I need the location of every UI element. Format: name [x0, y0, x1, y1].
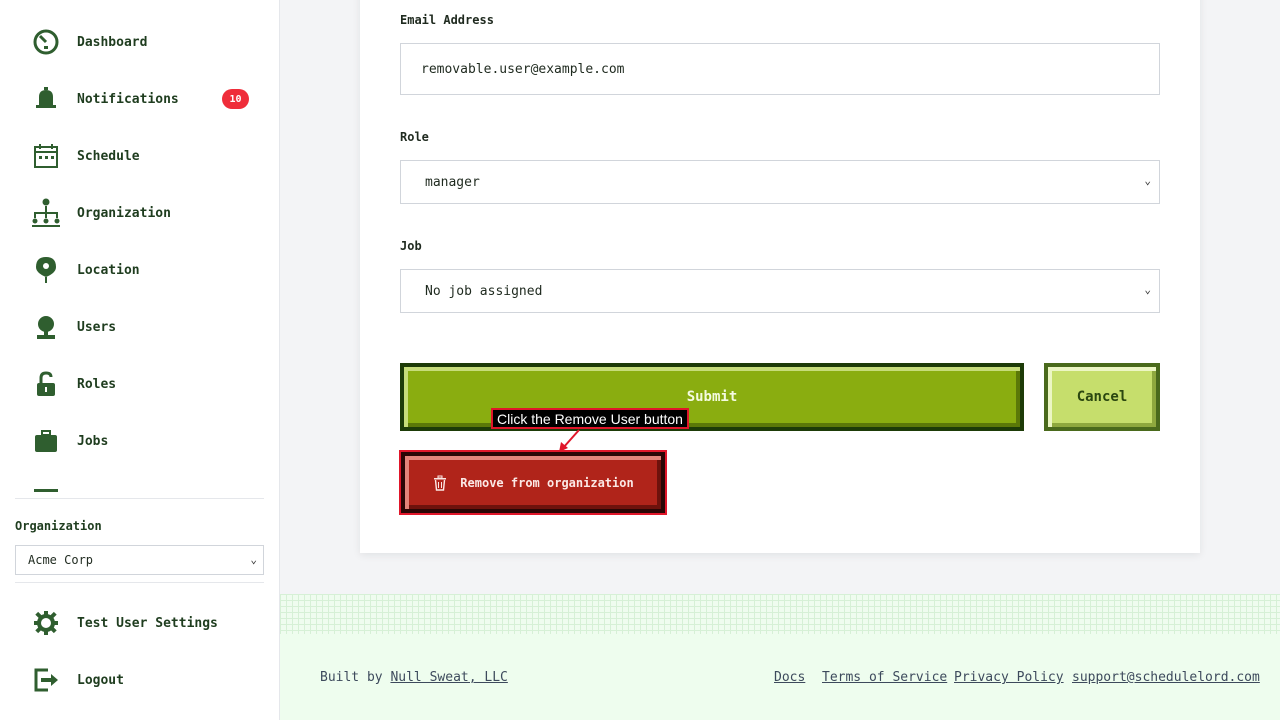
sidebar-item-test-user-settings[interactable]: Test User Settings — [30, 603, 260, 643]
cancel-button[interactable]: Cancel — [1044, 363, 1160, 431]
sidebar-item-label: Logout — [77, 672, 124, 688]
organization-select-value: Acme Corp — [28, 553, 94, 567]
notification-count-badge: 10 — [222, 89, 249, 109]
job-select-value: No job assigned — [425, 283, 543, 299]
sidebar-item-label: Test User Settings — [77, 615, 218, 631]
instruction-tooltip: Click the Remove User button — [491, 408, 689, 429]
organization-select[interactable]: Acme Corp ⌄ — [15, 545, 264, 575]
footer-link-privacy[interactable]: Privacy Policy — [954, 670, 1064, 685]
job-label: Job — [400, 239, 422, 253]
sidebar: Dashboard Notifications 10 Schedule Orga… — [0, 0, 280, 720]
sidebar-item-label: Organization — [77, 205, 171, 221]
calendar-icon — [30, 140, 62, 172]
sidebar-item-label: Jobs — [77, 433, 109, 449]
email-field[interactable]: removable.user@example.com — [400, 43, 1160, 95]
sidebar-item-notifications[interactable]: Notifications 10 — [30, 79, 260, 119]
gear-icon — [30, 607, 62, 639]
logout-icon — [30, 664, 62, 696]
briefcase-icon — [30, 425, 62, 457]
footer-built-by: Built by Null Sweat, LLC — [320, 670, 508, 685]
remove-user-button-label: Remove from organization — [460, 475, 634, 490]
sidebar-item-label: Notifications — [77, 91, 179, 107]
footer-link-docs[interactable]: Docs — [774, 670, 805, 685]
sidebar-item-label: Schedule — [77, 148, 140, 164]
divider — [15, 582, 264, 583]
divider — [15, 498, 264, 499]
sidebar-item-location[interactable]: Location — [30, 250, 260, 290]
sidebar-item-organization[interactable]: Organization — [30, 193, 260, 233]
chevron-down-icon: ⌄ — [250, 553, 257, 566]
sidebar-item-jobs[interactable]: Jobs — [30, 421, 260, 461]
chevron-down-icon: ⌄ — [1144, 283, 1151, 296]
role-select-value: manager — [425, 174, 480, 190]
trash-icon — [432, 475, 448, 491]
built-by-prefix: Built by — [320, 670, 383, 685]
sidebar-item-label: Roles — [77, 376, 117, 392]
sidebar-nav: Dashboard Notifications 10 Schedule Orga… — [0, 0, 280, 492]
org-chart-icon — [30, 197, 62, 229]
sidebar-item-dashboard[interactable]: Dashboard — [30, 22, 260, 62]
lock-icon — [30, 368, 62, 400]
pointer-arrow-icon — [559, 429, 580, 452]
job-select[interactable]: No job assigned ⌄ — [400, 269, 1160, 313]
sidebar-item-users[interactable]: Users — [30, 307, 260, 347]
sidebar-item-logout[interactable]: Logout — [30, 660, 260, 700]
organization-label: Organization — [15, 519, 102, 533]
sidebar-item-label: Users — [77, 319, 117, 335]
sidebar-item-roles[interactable]: Roles — [30, 364, 260, 404]
built-by-link[interactable]: Null Sweat, LLC — [390, 670, 507, 685]
email-label: Email Address — [400, 13, 494, 27]
chevron-down-icon: ⌄ — [1144, 174, 1151, 187]
user-icon — [30, 311, 62, 343]
sidebar-item-schedule[interactable]: Schedule — [30, 136, 260, 176]
footer-link-support-email[interactable]: support@schedulelord.com — [1072, 670, 1260, 685]
sidebar-item-label: Location — [77, 262, 140, 278]
role-select[interactable]: manager ⌄ — [400, 160, 1160, 204]
footer-link-terms[interactable]: Terms of Service — [822, 670, 947, 685]
email-field-value: removable.user@example.com — [421, 61, 625, 77]
role-label: Role — [400, 130, 429, 144]
footer-pattern — [280, 594, 1280, 634]
sidebar-item-label: Dashboard — [77, 34, 148, 50]
dashboard-icon — [30, 26, 62, 58]
partial-scrolled-icon — [34, 489, 58, 492]
remove-user-button[interactable]: Remove from organization — [401, 452, 665, 513]
bell-icon — [30, 83, 62, 115]
map-pin-icon — [30, 254, 62, 286]
